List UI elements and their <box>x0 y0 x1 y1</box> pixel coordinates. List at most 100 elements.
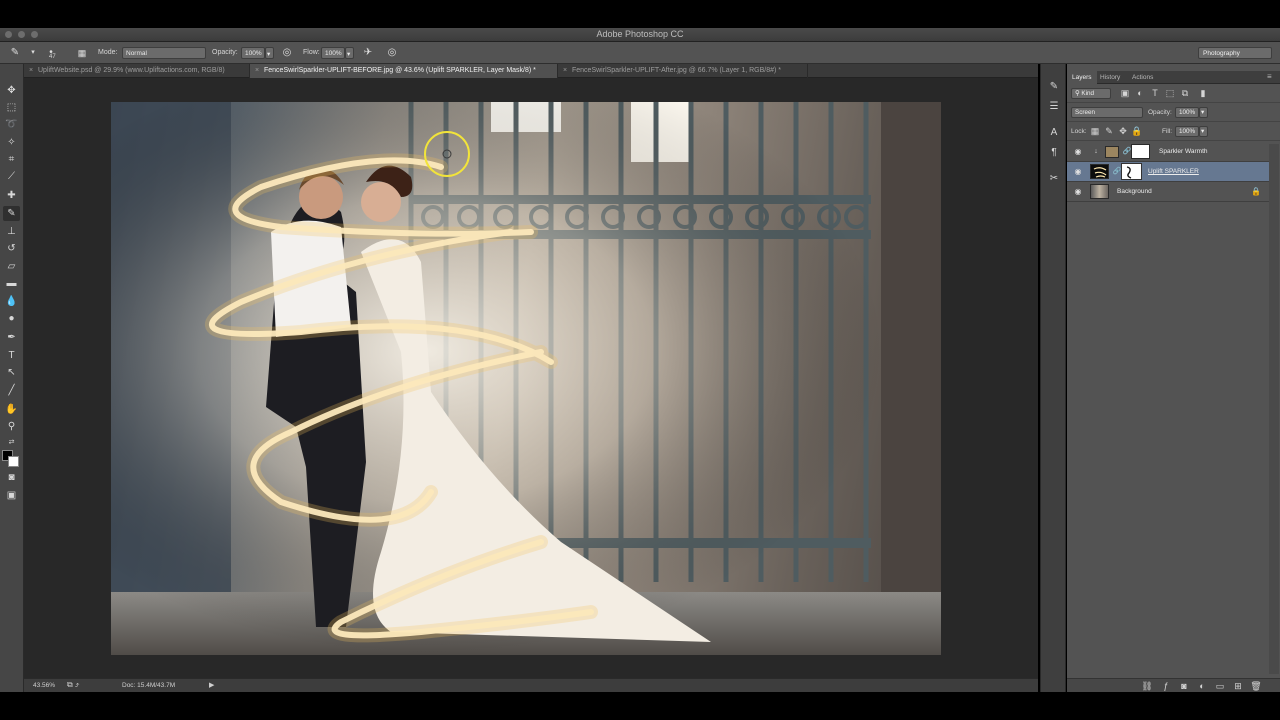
zoom-level[interactable]: 43.56% <box>33 682 55 689</box>
visibility-eye-icon[interactable]: ◉ <box>1072 166 1084 178</box>
filter-kind-select[interactable]: ⚲ Kind <box>1071 88 1111 99</box>
marquee-tool-icon[interactable]: ⬚ <box>3 100 20 115</box>
brush-tool-icon[interactable]: ✎ <box>8 46 22 60</box>
layer-thumbnail <box>1090 184 1109 199</box>
lock-transparent-icon[interactable]: ▦ <box>1089 125 1101 137</box>
blur-tool-icon[interactable]: 💧 <box>3 294 20 309</box>
dodge-tool-icon[interactable]: ● <box>3 311 20 326</box>
title-bar: Adobe Photoshop CC <box>0 28 1280 42</box>
tab-layers[interactable]: Layers <box>1067 71 1097 84</box>
delete-layer-icon[interactable]: 🗑 <box>1250 680 1262 692</box>
flow-slider-toggle[interactable]: ▾ <box>345 47 354 59</box>
hand-tool-icon[interactable]: ✋ <box>3 402 20 417</box>
photo-artwork <box>111 102 941 655</box>
flow-field[interactable]: 100% <box>321 47 345 59</box>
healing-brush-tool-icon[interactable]: ✚ <box>3 188 20 203</box>
new-layer-icon[interactable]: ⊞ <box>1232 680 1244 692</box>
document-tab-active[interactable]: × FenceSwirlSparkler-UPLIFT-BEFORE.jpg @… <box>250 64 558 78</box>
close-tab-icon[interactable]: × <box>255 67 259 74</box>
lock-row: Lock: ▦ ✎ ✥ 🔒 Fill: 100% ▾ <box>1067 122 1280 141</box>
panel-menu-icon[interactable]: ≡ <box>1265 71 1274 84</box>
history-brush-tool-icon[interactable]: ↺ <box>3 241 20 256</box>
brush-presets-panel-icon[interactable]: ✎ <box>1047 80 1061 94</box>
document-tab-label: FenceSwirlSparkler-UPLIFT-After.jpg @ 66… <box>572 67 782 74</box>
lock-position-icon[interactable]: ✥ <box>1117 125 1129 137</box>
layer-style-icon[interactable]: ƒ <box>1160 680 1172 692</box>
blend-mode-select[interactable]: Screen <box>1071 107 1143 118</box>
opacity-label: Opacity: <box>212 49 238 56</box>
layer-row-uplift-sparkler[interactable]: ◉ 🔗 Uplift SPARKLER <box>1067 162 1269 182</box>
filter-shape-icon[interactable]: ⬚ <box>1164 87 1176 99</box>
filter-smart-object-icon[interactable]: ⧉ <box>1179 87 1191 99</box>
pressure-opacity-icon[interactable]: ◎ <box>280 46 294 60</box>
opacity-field[interactable]: 100% <box>241 47 265 59</box>
layer-name[interactable]: Sparkler Warmth <box>1159 148 1208 155</box>
canvas-area[interactable] <box>24 78 1038 678</box>
screen-mode-icon[interactable]: ▣ <box>3 488 20 503</box>
filter-type-icon[interactable]: T <box>1149 87 1161 99</box>
gradient-tool-icon[interactable]: ▬ <box>3 276 20 291</box>
layer-filter-row: ⚲ Kind ▣ ◐ T ⬚ ⧉ ▮ <box>1067 84 1280 103</box>
new-group-icon[interactable]: ▭ <box>1214 680 1226 692</box>
layers-panel: Layers History Actions ≡ ⚲ Kind ▣ ◐ T ⬚ … <box>1067 64 1280 692</box>
pen-tool-icon[interactable]: ✒ <box>3 330 20 345</box>
mode-select[interactable]: Normal <box>122 47 206 59</box>
lasso-tool-icon[interactable]: ➰ <box>3 117 20 132</box>
crop-tool-icon[interactable]: ⌗ <box>3 152 20 167</box>
layer-mask-thumbnail[interactable] <box>1121 163 1142 180</box>
tool-preset-dropdown-icon[interactable]: ▾ <box>26 46 40 60</box>
add-mask-icon[interactable]: ◙ <box>1178 680 1190 692</box>
close-tab-icon[interactable]: × <box>29 67 33 74</box>
layer-name[interactable]: Uplift SPARKLER <box>1148 168 1199 175</box>
new-adjustment-layer-icon[interactable]: ◐ <box>1196 680 1208 692</box>
fill-slider-toggle[interactable]: ▾ <box>1199 126 1208 137</box>
document-photo[interactable] <box>111 102 941 655</box>
filter-toggle-icon[interactable]: ▮ <box>1197 87 1209 99</box>
type-tool-icon[interactable]: T <box>3 348 20 363</box>
clone-stamp-tool-icon[interactable]: ⊥ <box>3 224 20 239</box>
layer-row-sparkler-warmth[interactable]: ◉ ↓ 🔗 Sparkler Warmth <box>1067 142 1269 162</box>
layer-row-background[interactable]: ◉ Background 🔒 <box>1067 182 1269 202</box>
tab-history[interactable]: History <box>1095 71 1125 84</box>
visibility-eye-icon[interactable]: ◉ <box>1072 146 1084 158</box>
eraser-tool-icon[interactable]: ▱ <box>3 259 20 274</box>
tab-actions[interactable]: Actions <box>1127 71 1158 84</box>
brush-panel-toggle-icon[interactable]: ▦ <box>75 46 89 60</box>
quick-mask-icon[interactable]: ◙ <box>3 470 20 485</box>
opacity-slider-toggle[interactable]: ▾ <box>265 47 274 59</box>
line-tool-icon[interactable]: ╱ <box>3 383 20 398</box>
airbrush-icon[interactable]: ✈ <box>361 46 375 60</box>
brush-tool-icon[interactable]: ✎ <box>3 206 20 221</box>
document-tab[interactable]: × UpliftWebsite.psd @ 29.9% (www.Uplifta… <box>24 64 250 78</box>
layer-opacity-slider-toggle[interactable]: ▾ <box>1199 107 1208 118</box>
swap-colors-icon[interactable]: ⇄ <box>3 435 20 450</box>
layer-name[interactable]: Background <box>1117 188 1152 195</box>
document-tab[interactable]: × FenceSwirlSparkler-UPLIFT-After.jpg @ … <box>558 64 808 78</box>
background-color-swatch[interactable] <box>8 456 19 467</box>
adjustments-panel-icon[interactable]: ☰ <box>1047 100 1061 114</box>
fill-field[interactable]: 100% <box>1175 126 1199 137</box>
zoom-tool-icon[interactable]: ⚲ <box>3 419 20 434</box>
visibility-eye-icon[interactable]: ◉ <box>1072 186 1084 198</box>
lock-image-icon[interactable]: ✎ <box>1103 125 1115 137</box>
character-panel-icon[interactable]: A <box>1047 126 1061 140</box>
paragraph-panel-icon[interactable]: ¶ <box>1047 146 1061 160</box>
path-selection-tool-icon[interactable]: ↖ <box>3 365 20 380</box>
tool-presets-panel-icon[interactable]: ✂ <box>1047 172 1061 186</box>
link-layers-icon[interactable]: ⛓ <box>1141 680 1153 692</box>
eyedropper-tool-icon[interactable]: ⟋ <box>3 169 20 184</box>
document-size: Doc: 15.4M/43.7M <box>122 682 176 689</box>
filter-pixel-icon[interactable]: ▣ <box>1119 87 1131 99</box>
layer-opacity-field[interactable]: 100% <box>1175 107 1199 118</box>
status-menu-arrow-icon[interactable]: ▶ <box>209 681 214 689</box>
filter-adjustment-icon[interactable]: ◐ <box>1134 87 1146 99</box>
workspace-switcher[interactable]: Photography <box>1198 47 1272 59</box>
move-tool-icon[interactable]: ✥ <box>3 83 20 98</box>
layers-scrollbar[interactable] <box>1269 144 1279 674</box>
layer-mask-thumbnail[interactable] <box>1131 144 1150 159</box>
lock-all-icon[interactable]: 🔒 <box>1131 125 1143 137</box>
pressure-size-icon[interactable]: ◎ <box>385 46 399 60</box>
mode-label: Mode: <box>98 49 118 56</box>
quick-selection-tool-icon[interactable]: ✧ <box>3 135 20 150</box>
close-tab-icon[interactable]: × <box>563 67 567 74</box>
